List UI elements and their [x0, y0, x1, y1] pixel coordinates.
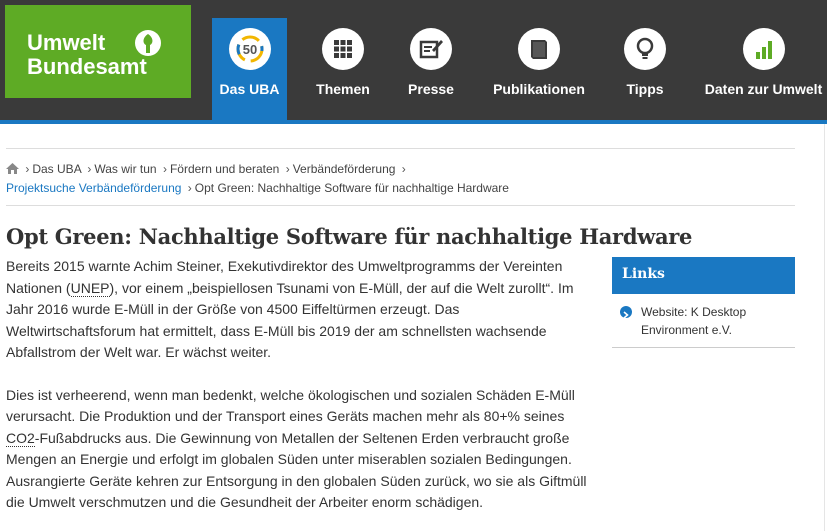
breadcrumb-current: Opt Green: Nachhaltige Software für nach…: [194, 181, 509, 195]
nav-tipps[interactable]: Tipps: [604, 18, 686, 120]
breadcrumb: › Das UBA › Was wir tun › Fördern und berat…: [6, 161, 509, 195]
nav-label: Tipps: [626, 81, 664, 97]
site-header: Umwelt Bundesamt 50 Das UBA Themen Press…: [0, 0, 827, 120]
scrollbar-track[interactable]: [824, 124, 825, 531]
bar-chart-icon: [742, 28, 785, 70]
nav-themen[interactable]: Themen: [300, 18, 386, 120]
edit-icon: [410, 28, 452, 70]
divider: [6, 205, 795, 206]
text-run: Dies ist verheerend, wenn man bedenkt, w…: [6, 386, 575, 425]
links-box-header: Links: [612, 257, 795, 294]
uba-badge: 50: [242, 42, 256, 57]
logo-text: Umwelt Bundesamt: [27, 31, 147, 79]
text-run: -Fußabdrucks aus. Die Gewinnung von Meta…: [6, 429, 587, 511]
abbr-co2[interactable]: CO2: [6, 429, 35, 447]
external-link[interactable]: Website: K Desktop Environment e.V.: [641, 303, 791, 339]
nav-publikationen[interactable]: Publikationen: [488, 18, 590, 120]
logo-line-1: Umwelt: [27, 30, 106, 55]
nav-label: Das UBA: [219, 81, 280, 97]
breadcrumb-item[interactable]: Fördern und beraten: [170, 162, 279, 176]
abbr-unep[interactable]: UNEP: [70, 279, 110, 297]
divider: [6, 148, 795, 149]
article-body: Bereits 2015 warnte Achim Steiner, Exeku…: [6, 256, 592, 531]
breadcrumb-item[interactable]: Verbändeförderung: [293, 162, 396, 176]
home-icon[interactable]: [6, 161, 19, 179]
nav-das-uba[interactable]: 50 Das UBA: [212, 18, 287, 120]
nav-label: Themen: [316, 81, 370, 97]
grid-icon: [322, 28, 364, 70]
nav-label: Presse: [408, 81, 454, 97]
nav-label: Publikationen: [493, 81, 585, 97]
book-icon: [518, 28, 560, 70]
links-title: Links: [622, 266, 665, 282]
arrow-right-icon: [620, 306, 632, 319]
breadcrumb-item[interactable]: Was wir tun: [94, 162, 156, 176]
uba-50-icon: 50: [228, 28, 271, 70]
page-title: Opt Green: Nachhaltige Software für nach…: [6, 224, 693, 249]
nav-presse[interactable]: Presse: [390, 18, 472, 120]
tree-icon: [135, 30, 161, 56]
uba-logo[interactable]: Umwelt Bundesamt: [5, 5, 191, 98]
breadcrumb-item[interactable]: Das UBA: [32, 162, 81, 176]
nav-label: Daten zur Umwelt: [704, 81, 823, 97]
logo-line-2: Bundesamt: [27, 54, 147, 79]
lightbulb-icon: [624, 28, 666, 70]
paragraph: Dies ist verheerend, wenn man bedenkt, w…: [6, 385, 592, 514]
breadcrumb-link[interactable]: Projektsuche Verbändeförderung: [6, 181, 181, 195]
nav-daten-zur-umwelt[interactable]: Daten zur Umwelt: [700, 18, 827, 120]
paragraph: Bereits 2015 warnte Achim Steiner, Exeku…: [6, 256, 592, 364]
header-accent-line: [0, 120, 827, 124]
